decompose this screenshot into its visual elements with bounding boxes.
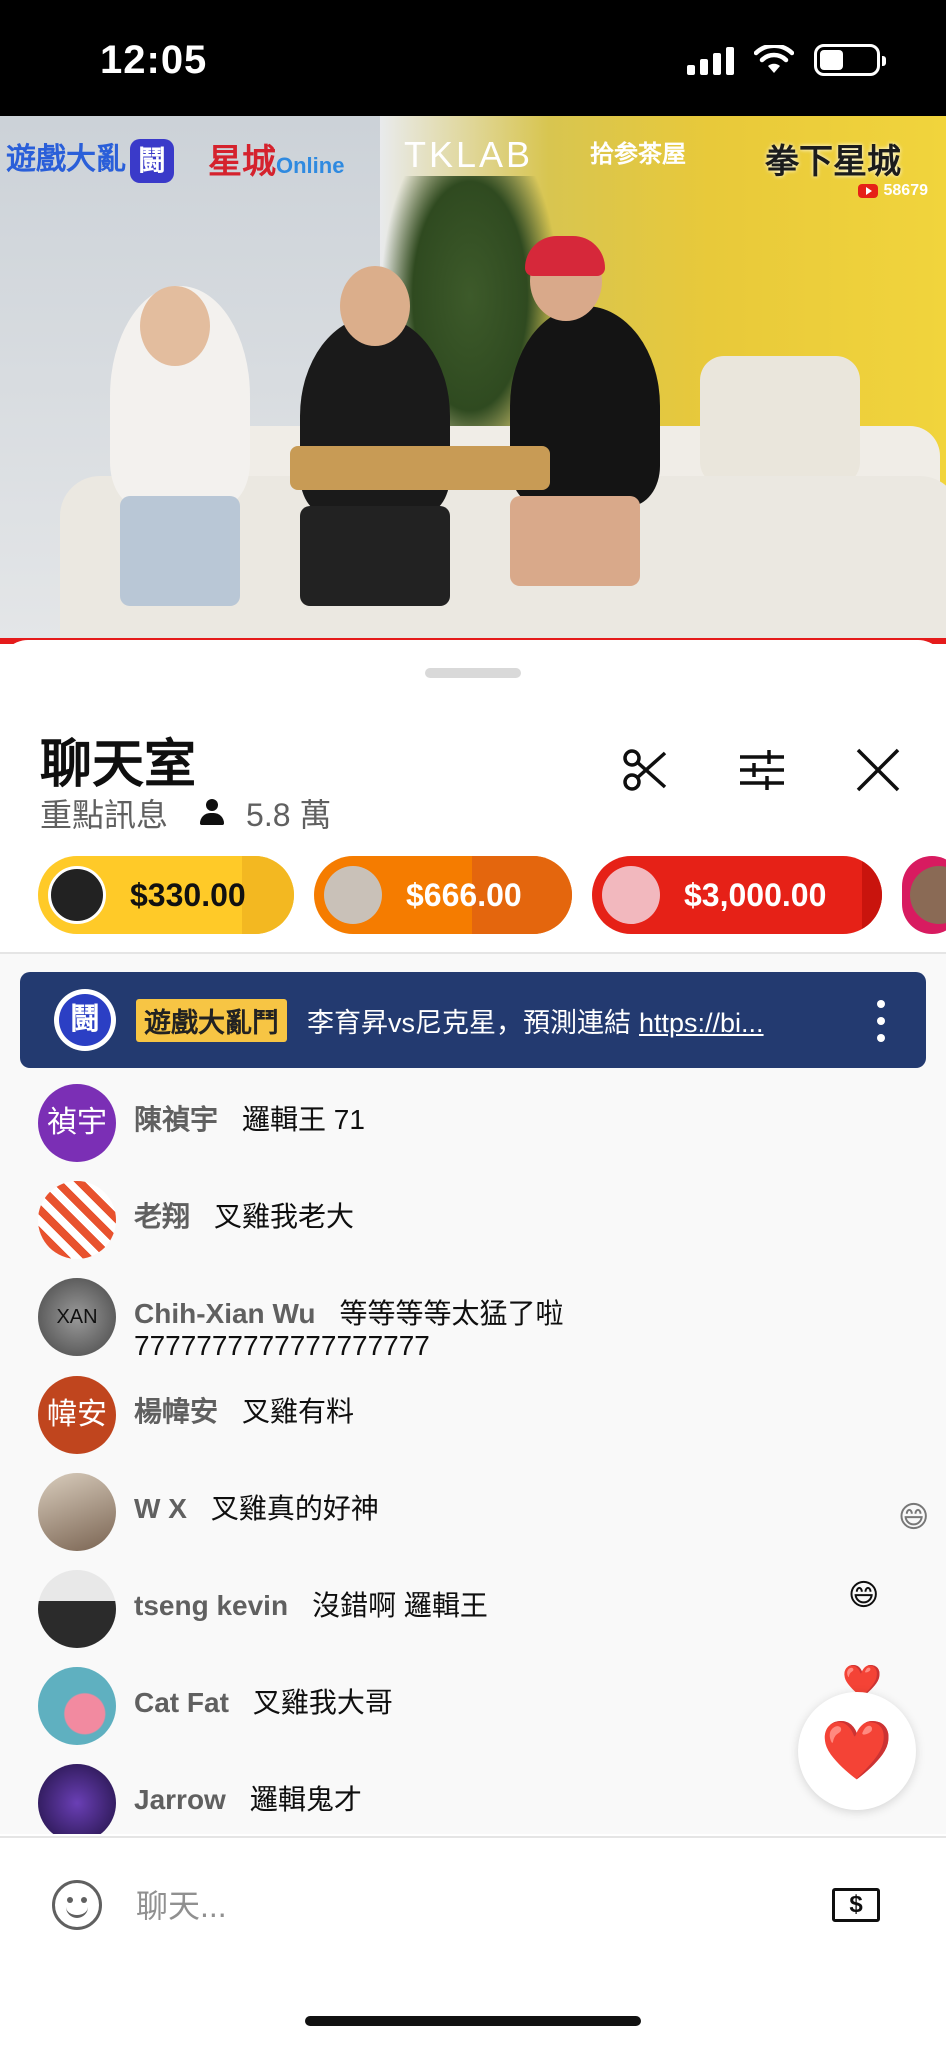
- super-chat-chip[interactable]: $330.00: [38, 856, 294, 934]
- status-icons: [687, 44, 886, 76]
- avatar: [602, 866, 660, 924]
- chat-message[interactable]: 禎宇 陳禎宇 邏輯王 71: [38, 1084, 858, 1162]
- floating-smile-emoji: 😄: [848, 1579, 880, 1612]
- chat-settings-button[interactable]: [732, 740, 792, 800]
- scissors-icon: [623, 749, 667, 791]
- avatar: [38, 1570, 116, 1648]
- avatar: XAN: [38, 1278, 116, 1356]
- video-player[interactable]: 遊戲大亂鬪 星城Online TKLAB 拾参茶屋 拳下星城 58679: [0, 116, 946, 644]
- logo-tklab: TKLAB: [404, 134, 534, 175]
- close-chat-button[interactable]: [848, 740, 908, 800]
- pinned-link[interactable]: https://bi...: [639, 1008, 764, 1038]
- chat-title: 聊天室: [40, 736, 197, 794]
- super-chat-chip[interactable]: [902, 856, 946, 934]
- chat-message-list[interactable]: 鬪 遊戲大亂鬥 李育昇vs尼克星，預測連結 https://bi... 禎宇 陳禎…: [0, 954, 946, 1834]
- message-author: 楊幃安: [134, 1396, 219, 1427]
- status-bar: 12:05: [0, 0, 946, 116]
- logo-fist-star-city: 拳下星城: [765, 142, 901, 182]
- chat-message[interactable]: 幃安 楊幃安 叉雞有料: [38, 1376, 858, 1454]
- sponsor-logos: 遊戲大亂鬪 星城Online TKLAB 拾参茶屋 拳下星城: [0, 116, 946, 186]
- chat-message[interactable]: 老翔 叉雞我老大: [38, 1181, 858, 1259]
- chat-subheader: 重點訊息 5.8 萬: [40, 790, 331, 836]
- message-author: Cat Fat: [134, 1687, 229, 1718]
- chat-message[interactable]: W X 叉雞真的好神: [38, 1473, 858, 1551]
- chat-mode-selector[interactable]: 重點訊息: [40, 790, 168, 836]
- heart-icon: ❤️: [820, 1718, 894, 1783]
- logo-game-chaos: 遊戲大亂鬪: [6, 134, 174, 184]
- message-text: 叉雞我老大: [214, 1201, 355, 1232]
- chat-message[interactable]: Cat Fat 叉雞我大哥: [38, 1667, 858, 1745]
- pinned-message[interactable]: 鬪 遊戲大亂鬥 李育昇vs尼克星，預測連結 https://bi...: [20, 972, 926, 1068]
- logo-star-city: 星城Online: [208, 142, 345, 182]
- live-chat-panel: 聊天室 重點訊息 5.8 萬 $330.00 $666.00 $3,000.00…: [0, 640, 946, 2048]
- pinned-text: 李育昇vs尼克星，預測連結 https://bi...: [307, 1007, 764, 1038]
- pinned-author: 遊戲大亂鬥: [136, 998, 287, 1042]
- home-indicator[interactable]: [305, 2016, 641, 2026]
- message-text: 叉雞真的好神: [210, 1493, 379, 1524]
- avatar: 幃安: [38, 1376, 116, 1454]
- reaction-heart-button[interactable]: ❤️: [798, 1692, 916, 1810]
- message-author: W X: [134, 1493, 187, 1524]
- youtube-icon: [857, 184, 878, 198]
- message-text: 叉雞我大哥: [252, 1687, 393, 1718]
- super-chat-button[interactable]: $: [832, 1888, 880, 1922]
- video-viewer-count: 58679: [857, 182, 928, 200]
- message-text: 叉雞有料: [242, 1396, 355, 1427]
- chat-input[interactable]: [136, 1878, 736, 1934]
- person-icon: [198, 799, 226, 827]
- avatar: [38, 1764, 116, 1834]
- chat-message[interactable]: XAN Chih-Xian Wu 等等等等太猛了啦 777777777777777…: [38, 1278, 858, 1362]
- message-text: 邏輯鬼才: [249, 1784, 362, 1815]
- avatar: 鬪: [54, 989, 116, 1051]
- more-vert-icon[interactable]: [876, 1000, 886, 1042]
- chat-message[interactable]: tseng kevin 沒錯啊 邏輯王: [38, 1570, 858, 1648]
- message-author: tseng kevin: [134, 1590, 289, 1621]
- status-time: 12:05: [100, 38, 208, 82]
- close-icon: [856, 748, 900, 792]
- viewer-count: 5.8 萬: [246, 797, 332, 833]
- avatar: 禎宇: [38, 1084, 116, 1162]
- message-text: 沒錯啊 邏輯王: [312, 1590, 488, 1621]
- message-author: Jarrow: [134, 1784, 226, 1815]
- super-chat-chip[interactable]: $666.00: [314, 856, 572, 934]
- super-chat-chip[interactable]: $3,000.00: [592, 856, 882, 934]
- avatar: [38, 1181, 116, 1259]
- avatar: [910, 866, 946, 924]
- floating-smile-emoji: 😄: [898, 1501, 930, 1534]
- message-author: Chih-Xian Wu: [134, 1298, 316, 1329]
- message-author: 陳禎宇: [134, 1104, 219, 1135]
- super-chat-ticker: $330.00 $666.00 $3,000.00: [38, 856, 946, 936]
- avatar: [324, 866, 382, 924]
- logo-tea-house: 拾参茶屋: [590, 141, 686, 168]
- chat-message[interactable]: Jarrow 邏輯鬼才: [38, 1764, 858, 1834]
- sheet-drag-handle[interactable]: [425, 668, 521, 678]
- emoji-picker-button[interactable]: [52, 1880, 102, 1930]
- clip-button[interactable]: [616, 740, 676, 800]
- sliders-icon: [740, 750, 784, 790]
- battery-icon: [814, 44, 886, 76]
- avatar: [38, 1667, 116, 1745]
- divider: [0, 1836, 946, 1838]
- message-text: 邏輯王 71: [242, 1104, 365, 1135]
- message-author: 老翔: [134, 1201, 191, 1232]
- cellular-signal-icon: [687, 45, 734, 75]
- avatar: [38, 1473, 116, 1551]
- wifi-icon: [754, 45, 794, 73]
- avatar: [48, 866, 106, 924]
